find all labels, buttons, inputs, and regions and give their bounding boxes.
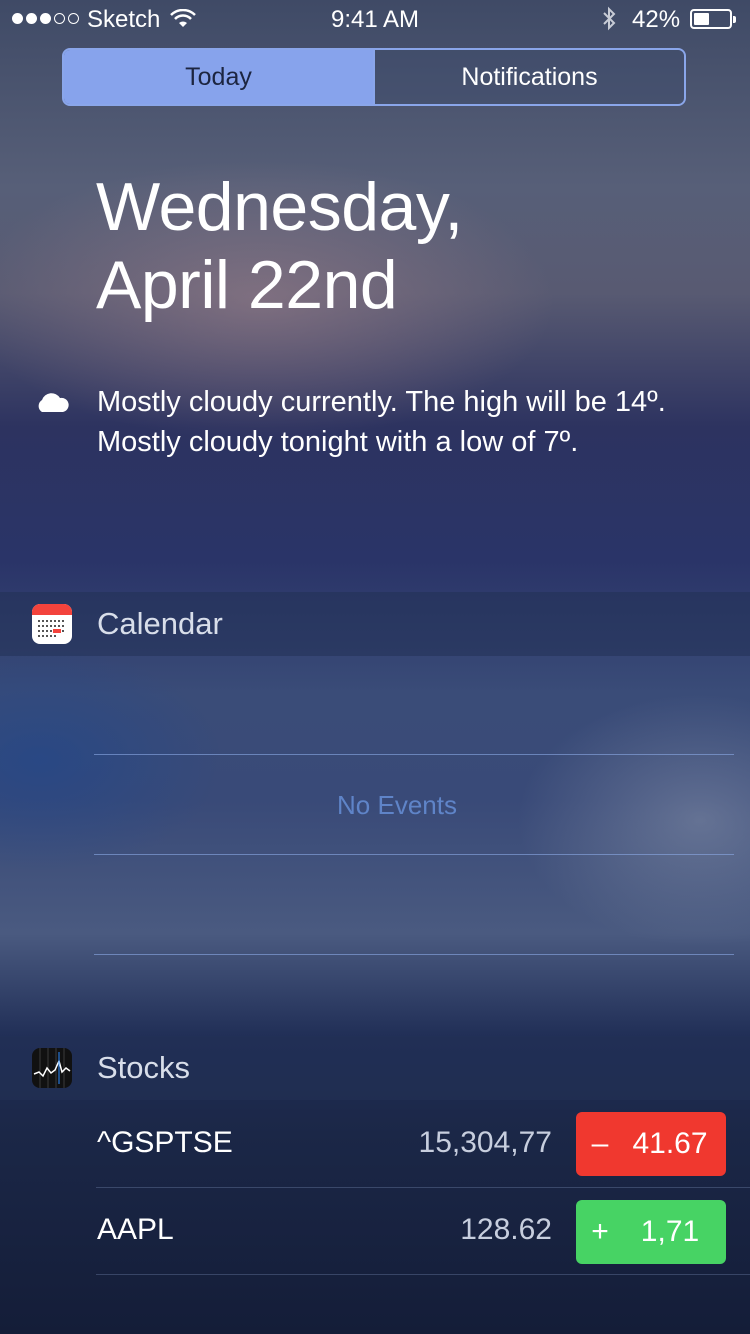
change-value: 1,71: [640, 1215, 700, 1248]
calendar-divider: [94, 954, 734, 955]
row-divider: [96, 1274, 750, 1275]
calendar-divider: [94, 754, 734, 755]
date-heading: Wednesday, April 22nd: [96, 168, 463, 324]
stock-price: 15,304,77: [418, 1126, 552, 1159]
stock-change-button[interactable]: + 1,71: [576, 1200, 726, 1264]
stock-symbol: AAPL: [97, 1213, 174, 1246]
calendar-divider: [94, 854, 734, 855]
date-day: April 22nd: [96, 247, 398, 323]
weather-summary: Mostly cloudy currently. The high will b…: [97, 386, 666, 458]
view-segmented-control: Today Notifications: [62, 48, 686, 106]
date-weekday: Wednesday,: [96, 169, 463, 245]
stock-change-button[interactable]: – 41.67: [576, 1112, 726, 1176]
change-sign: –: [591, 1127, 609, 1160]
bluetooth-icon: [600, 6, 618, 39]
calendar-app-icon: [32, 604, 72, 644]
stocks-widget-title: Stocks: [97, 1050, 191, 1085]
stocks-app-icon: [32, 1048, 72, 1088]
tab-today[interactable]: Today: [64, 50, 373, 104]
calendar-widget-title: Calendar: [97, 606, 223, 641]
battery-icon: [690, 9, 736, 29]
no-events-label: No Events: [337, 790, 457, 820]
battery-percent: 42%: [632, 6, 681, 33]
tab-notifications[interactable]: Notifications: [373, 50, 684, 104]
cloud-icon: [34, 390, 70, 419]
status-bar: Sketch 9:41 AM 42%: [0, 0, 750, 40]
change-value: 41.67: [632, 1127, 708, 1160]
stock-price: 128.62: [460, 1213, 552, 1246]
stock-symbol: ^GSPTSE: [97, 1126, 233, 1159]
change-sign: +: [591, 1215, 609, 1248]
